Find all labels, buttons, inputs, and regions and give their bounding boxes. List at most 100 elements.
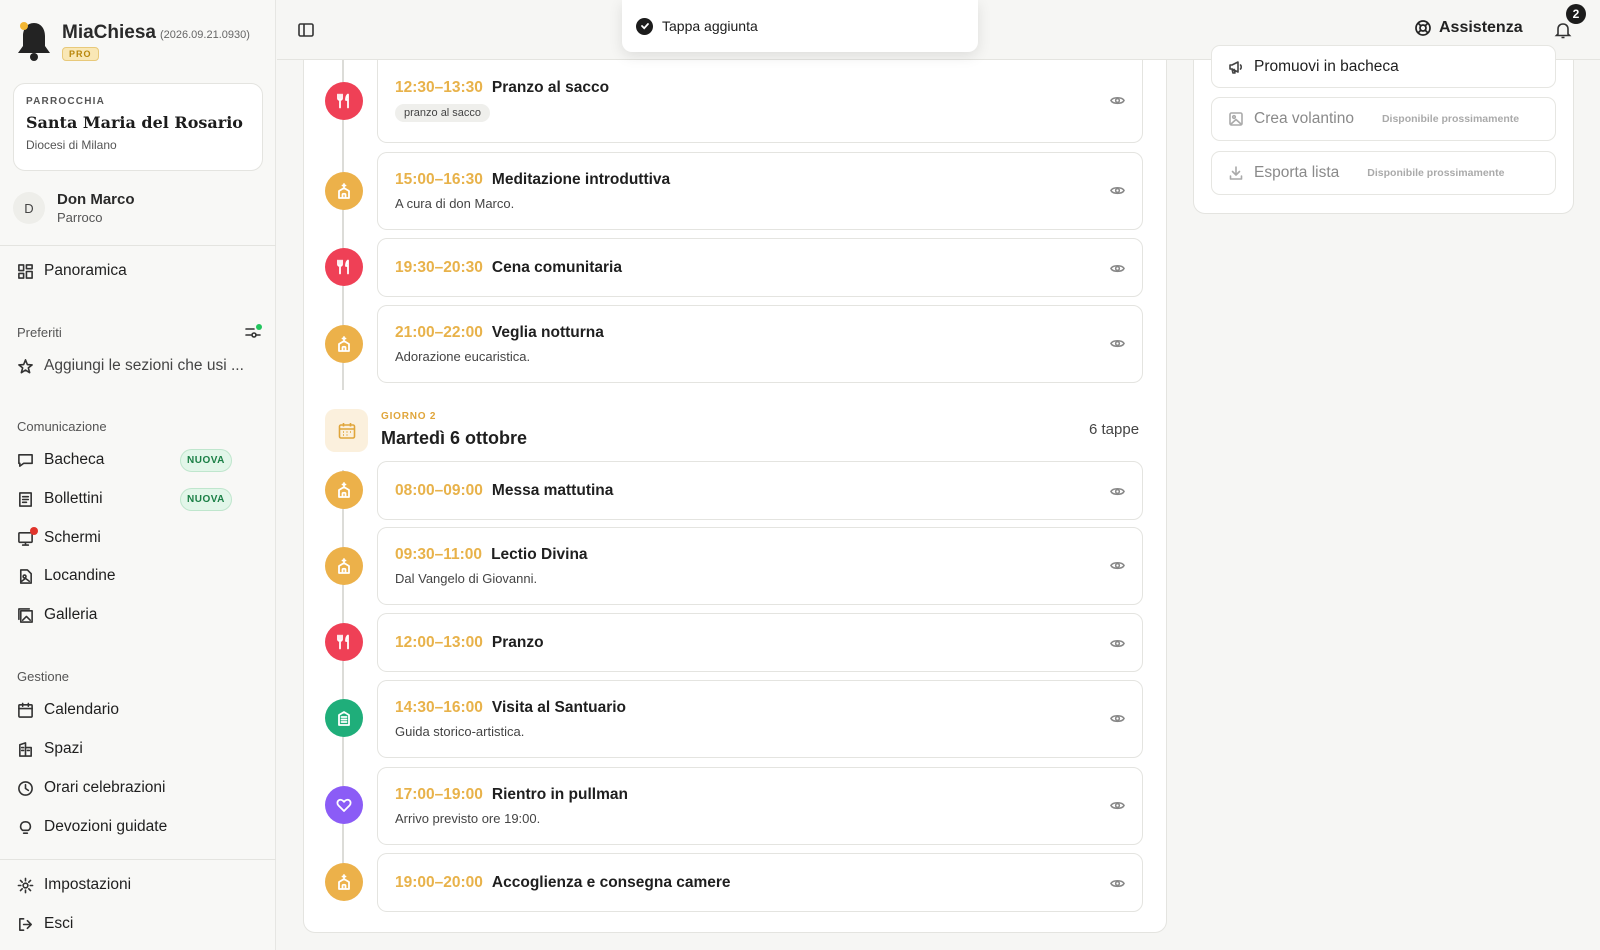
eye-icon (1110, 714, 1125, 723)
create-flyer-button[interactable]: Crea volantino Disponibile prossimamente (1211, 97, 1556, 141)
church-icon (338, 482, 350, 498)
sidebar-item-overview[interactable]: Panoramica (17, 259, 127, 283)
notifications-bell-icon[interactable] (1553, 20, 1573, 40)
sidebar-item-spazi[interactable]: Spazi (17, 737, 83, 761)
meal-stop-dot (325, 623, 363, 661)
timeline-line (342, 470, 344, 890)
sidebar-item-bollettini[interactable]: Bollettini (17, 487, 103, 511)
sidebar: MiaChiesa (2026.09.21.0930) PRO PARROCCHI… (0, 0, 276, 950)
sidebar-item-calendario[interactable]: Calendario (17, 698, 119, 722)
visibility-toggle[interactable] (1110, 261, 1125, 276)
day-title: Martedì 6 ottobre (381, 428, 528, 448)
meal-stop-dot (325, 82, 363, 120)
star-icon (18, 358, 33, 373)
eye-icon (1110, 879, 1125, 888)
fork-knife-icon (337, 93, 349, 109)
stop-name: Veglia notturna (491, 324, 604, 341)
stop-card[interactable]: 15:00–16:30 Meditazione introduttiva A c… (377, 152, 1143, 230)
stop-time: 17:00–19:00 (395, 786, 483, 803)
sidebar-item-label: Esci (44, 915, 74, 932)
stop-card[interactable]: 12:00–13:00 Pranzo (377, 613, 1143, 672)
visibility-toggle[interactable] (1110, 336, 1125, 351)
download-icon (1229, 166, 1243, 180)
sidebar-item-devozioni[interactable]: Devozioni guidate (17, 815, 167, 839)
church-icon (338, 183, 350, 199)
dashboard-icon (18, 263, 33, 279)
stop-name: Messa mattutina (491, 482, 614, 499)
eye-icon (1110, 801, 1125, 810)
divider (0, 859, 276, 860)
image-icon (1229, 112, 1243, 126)
eye-icon (1110, 339, 1125, 348)
fork-knife-icon (337, 259, 349, 275)
stop-name: Pranzo (491, 634, 544, 651)
stop-description: A cura di don Marco. (395, 196, 515, 211)
visibility-toggle[interactable] (1110, 711, 1125, 726)
stop-card[interactable]: 21:00–22:00 Veglia notturna Adorazione e… (377, 305, 1143, 383)
help-button[interactable]: Assistenza (1414, 19, 1523, 37)
visibility-toggle[interactable] (1110, 636, 1125, 651)
customize-icon[interactable] (244, 323, 262, 341)
church-stop-dot (325, 863, 363, 901)
user-role: Parroco (57, 210, 103, 225)
lifebuoy-icon (1415, 20, 1431, 36)
sidebar-item-label: Impostazioni (44, 876, 132, 893)
stop-time: 09:30–11:00 (395, 546, 483, 563)
clock-icon (18, 780, 33, 796)
sidebar-item-galleria[interactable]: Galleria (17, 603, 97, 627)
export-list-button[interactable]: Esporta lista Disponibile prossimamente (1211, 151, 1556, 195)
promote-button[interactable]: Promuovi in bacheca (1211, 45, 1556, 88)
visibility-toggle[interactable] (1110, 484, 1125, 499)
church-icon (338, 874, 350, 890)
church-stop-dot (325, 547, 363, 585)
stop-name: Meditazione introduttiva (491, 171, 671, 188)
file-image-icon (19, 568, 32, 584)
stop-card[interactable]: 19:30–20:30 Cena comunitaria (377, 238, 1143, 297)
visibility-toggle[interactable] (1110, 558, 1125, 573)
day-header-icon (325, 409, 368, 452)
visibility-toggle[interactable] (1110, 93, 1125, 108)
sidebar-item-locandine[interactable]: Locandine (17, 564, 116, 588)
sidebar-item-label: Bollettini (44, 490, 103, 507)
user-profile[interactable]: D Don Marco Parroco (13, 191, 135, 225)
favorites-label: Preferiti (17, 325, 62, 340)
toast-message: Tappa aggiunta (662, 18, 758, 34)
visibility-toggle[interactable] (1110, 183, 1125, 198)
heart-icon (336, 798, 352, 812)
stop-time: 19:30–20:30 (395, 259, 483, 276)
parish-card[interactable]: PARROCCHIA Santa Maria del Rosario Dioce… (13, 83, 263, 171)
stop-tag: pranzo al sacco (395, 104, 491, 122)
stop-time: 12:00–13:00 (395, 634, 483, 651)
favorites-placeholder[interactable]: Aggiungi le sezioni che usi ... (17, 354, 244, 378)
landmark-icon (338, 711, 350, 726)
parish-diocese: Diocesi di Milano (26, 138, 117, 152)
stop-card[interactable]: 17:00–19:00 Rientro in pullman Arrivo pr… (377, 767, 1143, 845)
sidebar-toggle-icon[interactable] (297, 21, 315, 39)
stop-card[interactable]: 12:30–13:30 Pranzo al sacco pranzo al sa… (377, 60, 1143, 143)
sidebar-item-logout[interactable]: Esci (17, 912, 73, 936)
eye-icon (1110, 264, 1125, 273)
stop-card[interactable]: 19:00–20:00 Accoglienza e consegna camer… (377, 853, 1143, 912)
sidebar-item-label: Calendario (44, 701, 119, 718)
stop-time: 14:30–16:00 (395, 699, 483, 716)
visibility-toggle[interactable] (1110, 876, 1125, 891)
sidebar-item-bacheca[interactable]: Bacheca (17, 448, 104, 472)
sidebar-item-orari[interactable]: Orari celebrazioni (17, 776, 165, 800)
brand[interactable]: MiaChiesa (2026.09.21.0930) PRO (16, 20, 250, 62)
heart-stop-dot (325, 786, 363, 824)
message-icon (18, 453, 33, 467)
stop-name: Accoglienza e consegna camere (491, 874, 731, 891)
sidebar-item-settings[interactable]: Impostazioni (17, 873, 131, 897)
stop-card[interactable]: 09:30–11:00 Lectio Divina Dal Vangelo di… (377, 527, 1143, 605)
export-list-label: Esporta lista (1254, 164, 1340, 181)
stop-card[interactable]: 08:00–09:00 Messa mattutina (377, 461, 1143, 520)
coming-soon-label: Disponibile prossimamente (1381, 113, 1520, 125)
building-icon (19, 741, 32, 757)
stop-time: 15:00–16:30 (395, 171, 483, 188)
app-name: MiaChiesa (62, 22, 156, 43)
stop-card[interactable]: 14:30–16:00 Visita al Santuario Guida st… (377, 680, 1143, 758)
eye-icon (1110, 96, 1125, 105)
sidebar-item-label: Orari celebrazioni (44, 779, 166, 796)
visibility-toggle[interactable] (1110, 798, 1125, 813)
pro-badge: PRO (62, 47, 99, 61)
